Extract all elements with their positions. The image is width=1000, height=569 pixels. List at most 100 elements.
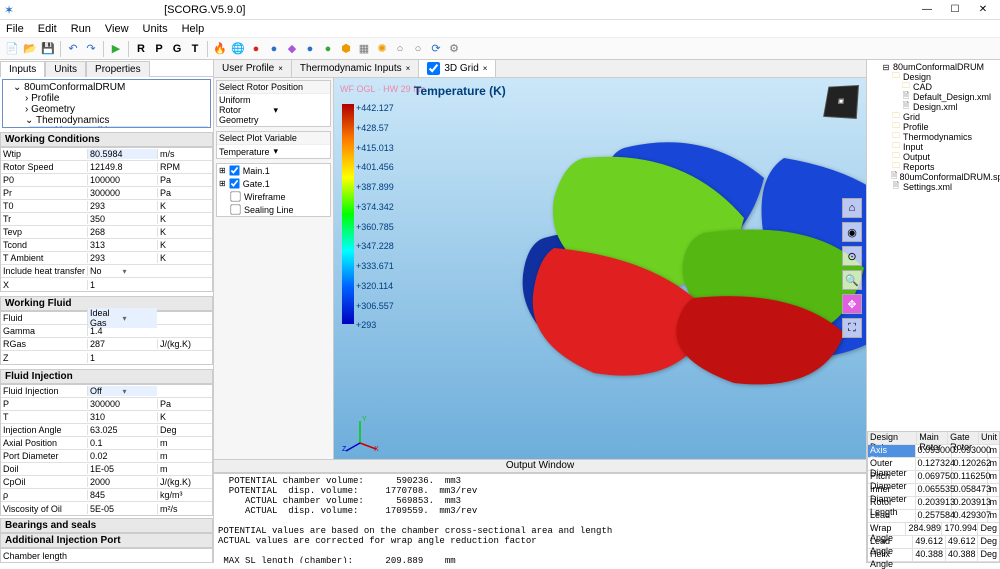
project-tree-item[interactable]: 🗀Output <box>869 152 998 162</box>
plot-var-dropdown[interactable]: Temperature▾ <box>217 145 330 158</box>
prop-value[interactable]: 300000 <box>87 399 157 409</box>
design-table-row[interactable]: Outer Diameter0.1273240.120262m <box>868 458 999 471</box>
bearings-header[interactable]: Bearings and seals <box>0 518 213 533</box>
design-table-row[interactable]: Inner Diameter0.0655350.058473m <box>868 484 999 497</box>
project-tree-item[interactable]: 🗎Design.xml <box>869 102 998 112</box>
prop-value[interactable]: 300000 <box>87 188 157 198</box>
addl-injection-header[interactable]: Additional Injection Port <box>0 533 213 548</box>
viewport-3d[interactable]: WF OGL · HW 29 fps Temperature (K) +442.… <box>334 78 866 459</box>
prop-value[interactable]: No▾ <box>87 266 157 276</box>
layer-checkbox[interactable] <box>230 204 240 214</box>
design-table-row[interactable]: Rotor Length0.2039130.203913m <box>868 497 999 510</box>
tb-sphere4-icon[interactable]: ● <box>320 41 336 57</box>
expand-icon[interactable]: ⛶ <box>842 318 862 338</box>
navigation-cube[interactable]: ▣ <box>823 85 859 119</box>
maximize-button[interactable]: ☐ <box>942 2 968 18</box>
tb-sphere3-icon[interactable]: ● <box>302 41 318 57</box>
tb-run[interactable]: ▶ <box>108 41 124 57</box>
prop-value[interactable]: 287 <box>87 339 157 349</box>
layer-item[interactable]: Sealing Line <box>217 203 330 216</box>
orbit-icon[interactable]: ◉ <box>842 222 862 242</box>
layer-checkbox[interactable] <box>230 191 240 201</box>
menu-edit[interactable]: Edit <box>38 23 57 35</box>
home-view-icon[interactable]: ⌂ <box>842 198 862 218</box>
prop-value[interactable]: 0.1 <box>87 438 157 448</box>
tb-undo[interactable]: ↶ <box>65 41 81 57</box>
tb-gear-icon[interactable]: ⚙ <box>446 41 462 57</box>
prop-value[interactable]: 1.4 <box>87 326 157 336</box>
menu-units[interactable]: Units <box>143 23 168 35</box>
output-window[interactable]: POTENTIAL chamber volume: 590236. mm3 PO… <box>214 473 866 563</box>
project-tree-item[interactable]: 🗀Thermodynamics <box>869 132 998 142</box>
tb-hex-icon[interactable]: ⬢ <box>338 41 354 57</box>
prop-value[interactable]: 845 <box>87 490 157 500</box>
tb-redo[interactable]: ↷ <box>83 41 99 57</box>
project-tree-item[interactable]: 🗎80umConformalDRUM.spf <box>869 172 998 182</box>
tb-light-icon[interactable]: ✺ <box>374 41 390 57</box>
tb-circle1-icon[interactable]: ○ <box>392 41 408 57</box>
prop-value[interactable]: 80.5984 <box>87 149 157 159</box>
input-tree[interactable]: ⌄ 80umConformalDRUM › Profile › Geometry… <box>2 79 211 128</box>
3d-grid-checkbox[interactable] <box>427 62 440 75</box>
tb-fire-icon[interactable]: 🔥 <box>212 41 228 57</box>
ctab-3d-grid[interactable]: 3D Grid× <box>419 60 496 77</box>
prop-value[interactable]: 0.02 <box>87 451 157 461</box>
project-tree-item[interactable]: 🗀CAD <box>869 82 998 92</box>
prop-value[interactable]: 293 <box>87 201 157 211</box>
prop-value[interactable]: Ideal Gas▾ <box>87 308 157 328</box>
pan-icon[interactable]: ✥ <box>842 294 862 314</box>
tb-globe-icon[interactable]: 🌐 <box>230 41 246 57</box>
tab-properties[interactable]: Properties <box>86 61 150 77</box>
zoom-extents-icon[interactable]: ⊙ <box>842 246 862 266</box>
tb-sphere2-icon[interactable]: ● <box>266 41 282 57</box>
prop-value[interactable]: 310 <box>87 412 157 422</box>
design-table-row[interactable]: Wrap Angle284.989170.994Deg <box>868 523 999 536</box>
tb-g[interactable]: G <box>169 41 185 57</box>
tb-save[interactable]: 💾 <box>40 41 56 57</box>
tb-circle2-icon[interactable]: ○ <box>410 41 426 57</box>
design-table-row[interactable]: Helix Angle40.38840.388Deg <box>868 549 999 562</box>
tb-r[interactable]: R <box>133 41 149 57</box>
project-tree-item[interactable]: 🗀Reports <box>869 162 998 172</box>
tb-p[interactable]: P <box>151 41 167 57</box>
menu-help[interactable]: Help <box>182 23 205 35</box>
ctab-thermo-inputs[interactable]: Thermodynamic Inputs× <box>292 60 419 77</box>
prop-value[interactable]: 5E-05 <box>87 504 157 514</box>
minimize-button[interactable]: — <box>914 2 940 18</box>
tab-inputs[interactable]: Inputs <box>0 61 45 77</box>
prop-value[interactable]: 1 <box>87 280 157 290</box>
design-table-row[interactable]: Lead Angle49.61249.612Deg <box>868 536 999 549</box>
design-table-row[interactable]: Axis Distance0.0930000.093000m <box>868 445 999 458</box>
project-tree-item[interactable]: 🗀Design <box>869 72 998 82</box>
tb-t[interactable]: T <box>187 41 203 57</box>
prop-value[interactable]: 1 <box>87 353 157 363</box>
prop-value[interactable]: 100000 <box>87 175 157 185</box>
project-tree-item[interactable]: 🗎Settings.xml <box>869 182 998 192</box>
project-tree[interactable]: ⊟80umConformalDRUM🗀Design🗀CAD🗎Default_De… <box>867 60 1000 431</box>
project-tree-item[interactable]: 🗀Profile <box>869 122 998 132</box>
layer-item[interactable]: Wireframe <box>217 190 330 203</box>
menu-view[interactable]: View <box>105 23 129 35</box>
prop-value[interactable]: 293 <box>87 253 157 263</box>
prop-value[interactable]: 63.025 <box>87 425 157 435</box>
prop-value[interactable]: 1E-05 <box>87 464 157 474</box>
zoom-icon[interactable]: 🔍 <box>842 270 862 290</box>
prop-value[interactable]: Off▾ <box>87 386 157 396</box>
layer-checkbox[interactable] <box>229 165 239 175</box>
project-tree-item[interactable]: ⊟80umConformalDRUM <box>869 62 998 72</box>
close-icon[interactable]: × <box>483 64 488 73</box>
tb-open[interactable]: 📂 <box>22 41 38 57</box>
close-icon[interactable]: × <box>406 64 411 73</box>
design-table-row[interactable]: Pitch Diameter0.0697500.116250m <box>868 471 999 484</box>
tb-refresh-icon[interactable]: ⟳ <box>428 41 444 57</box>
axis-gizmo[interactable]: Y X Z <box>340 413 380 453</box>
close-button[interactable]: ✕ <box>970 2 996 18</box>
menu-run[interactable]: Run <box>71 23 91 35</box>
tb-sphere1-icon[interactable]: ● <box>248 41 264 57</box>
close-icon[interactable]: × <box>278 64 283 73</box>
ctab-user-profile[interactable]: User Profile× <box>214 60 292 77</box>
prop-value[interactable]: 2000 <box>87 477 157 487</box>
tb-palette-icon[interactable]: ▦ <box>356 41 372 57</box>
tree-working-conditions[interactable]: Working Conditions <box>29 126 208 128</box>
tb-diamond-icon[interactable]: ◆ <box>284 41 300 57</box>
